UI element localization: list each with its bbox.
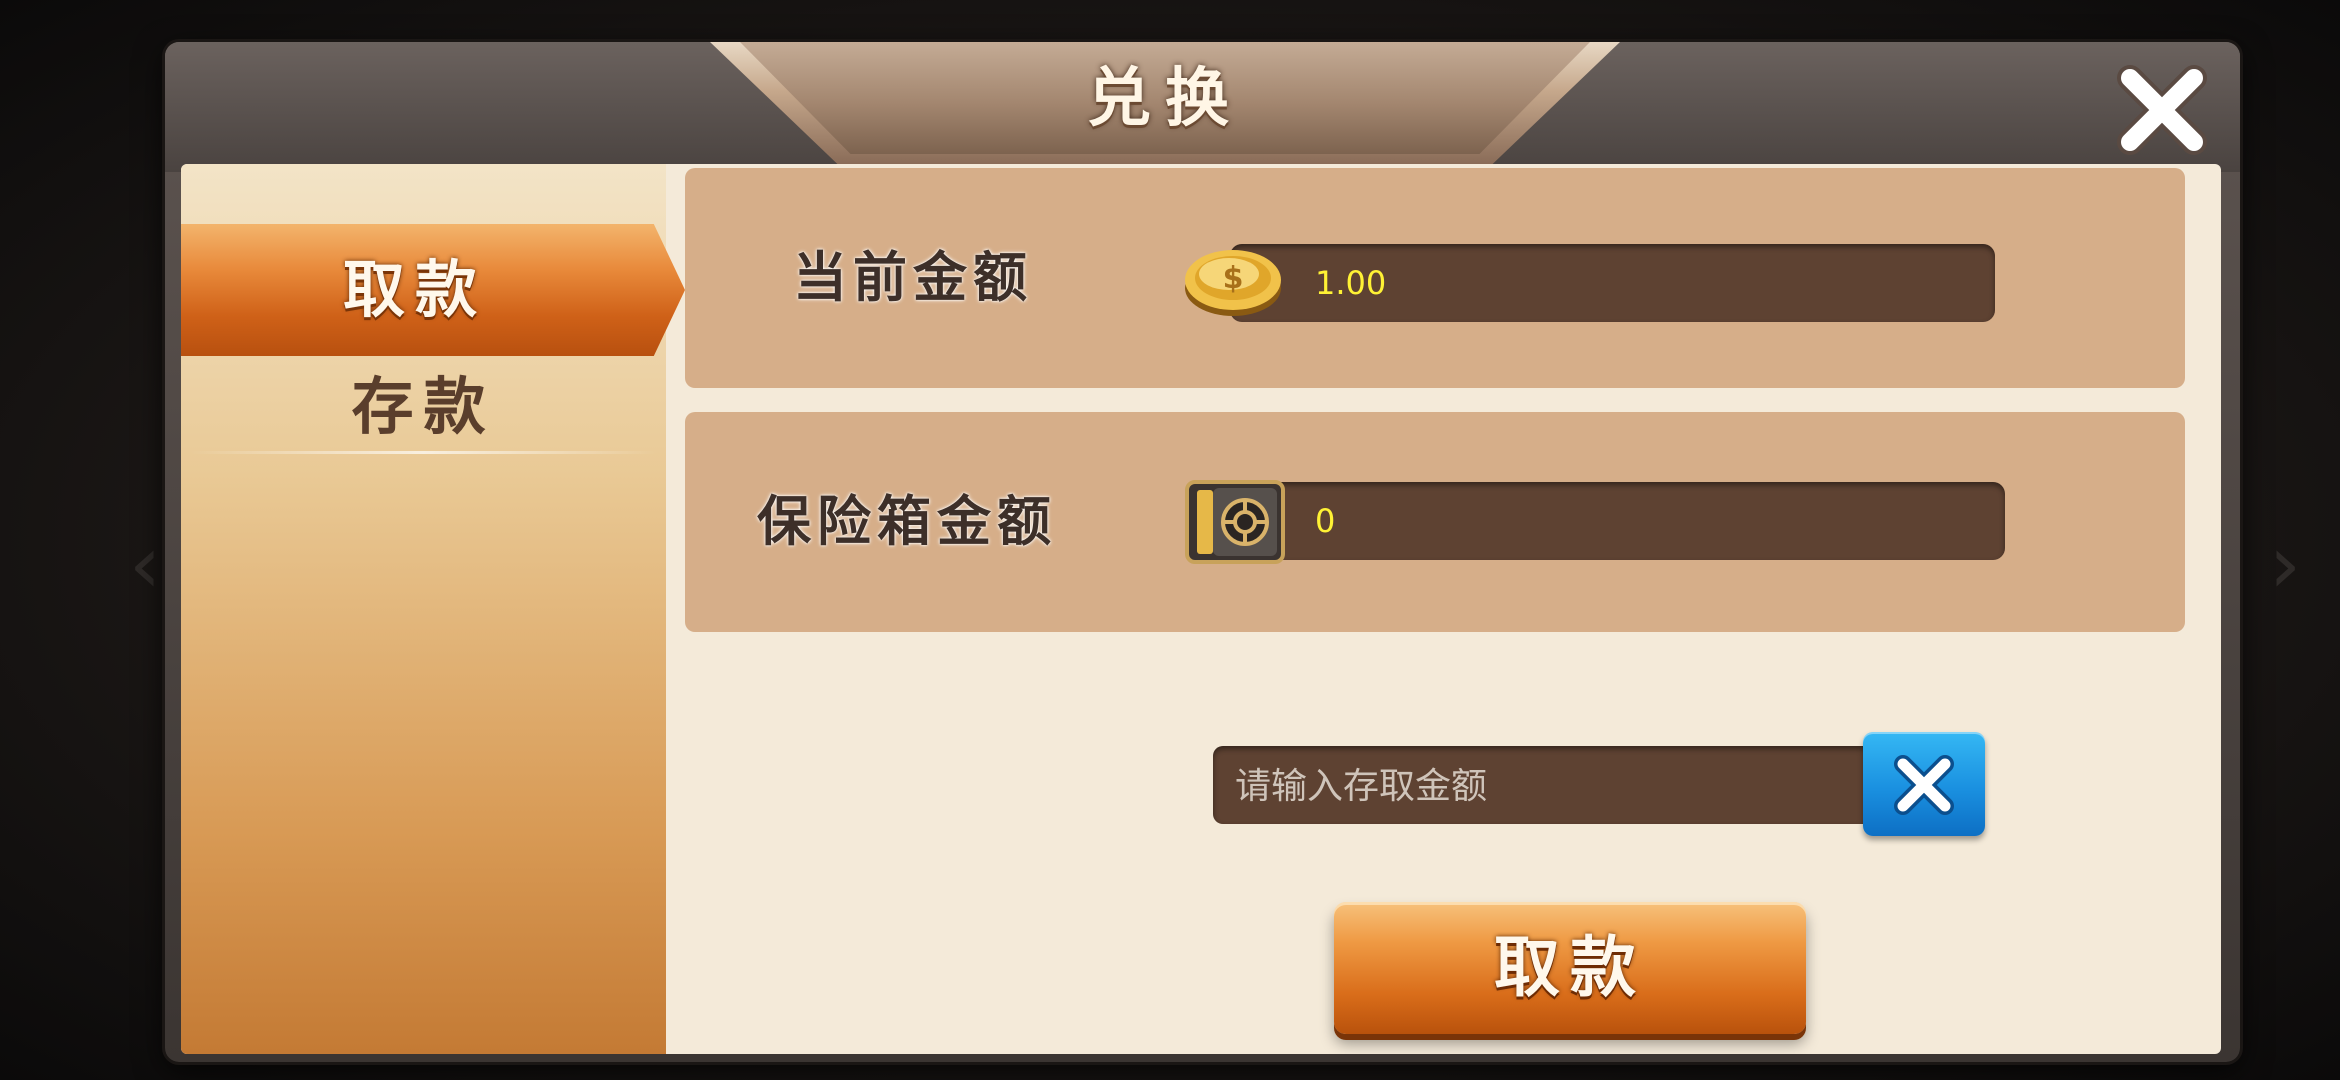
current-amount-value: 1.00 (1315, 264, 1387, 302)
dialog-title: 兑换 (1087, 62, 1243, 136)
close-icon (2117, 65, 2207, 155)
tab-withdraw[interactable]: 取款 (181, 224, 685, 356)
tab-deposit[interactable]: 存款 (181, 364, 666, 450)
tab-withdraw-label: 取款 (342, 253, 487, 326)
withdraw-button[interactable]: 取款 (1334, 902, 1806, 1034)
amount-input[interactable] (1233, 746, 1877, 826)
svg-text:$: $ (1223, 261, 1244, 296)
current-amount-label: 当前金额 (793, 246, 1033, 309)
safe-amount-label: 保险箱金额 (757, 490, 1057, 553)
close-button[interactable] (2112, 60, 2212, 160)
clear-input-button[interactable] (1863, 732, 1985, 836)
sidebar-divider (191, 451, 656, 454)
right-arrow-icon: › (2269, 518, 2301, 611)
withdraw-button-label: 取款 (1494, 929, 1646, 1006)
safe-box-icon (1183, 478, 1287, 566)
left-arrow-icon: ‹ (129, 518, 161, 611)
dialog-content: 取款 存款 当前金额 1.00 $ 保险箱金额 0 请输入存取金额 取款 (181, 164, 2221, 1054)
exchange-dialog: 兑换 取款 存款 当前金额 1.00 $ 保险箱金额 0 请输入存取金额 取款 (165, 42, 2240, 1062)
current-amount-panel: 当前金额 1.00 $ (685, 168, 2185, 388)
safe-amount-value: 0 (1315, 502, 1336, 540)
safe-amount-bar (1235, 482, 2005, 560)
clear-icon (1894, 755, 1954, 815)
amount-input-box (1213, 746, 1893, 826)
gold-coin-icon: $ (1181, 240, 1285, 320)
safe-amount-panel: 保险箱金额 0 (685, 412, 2185, 632)
